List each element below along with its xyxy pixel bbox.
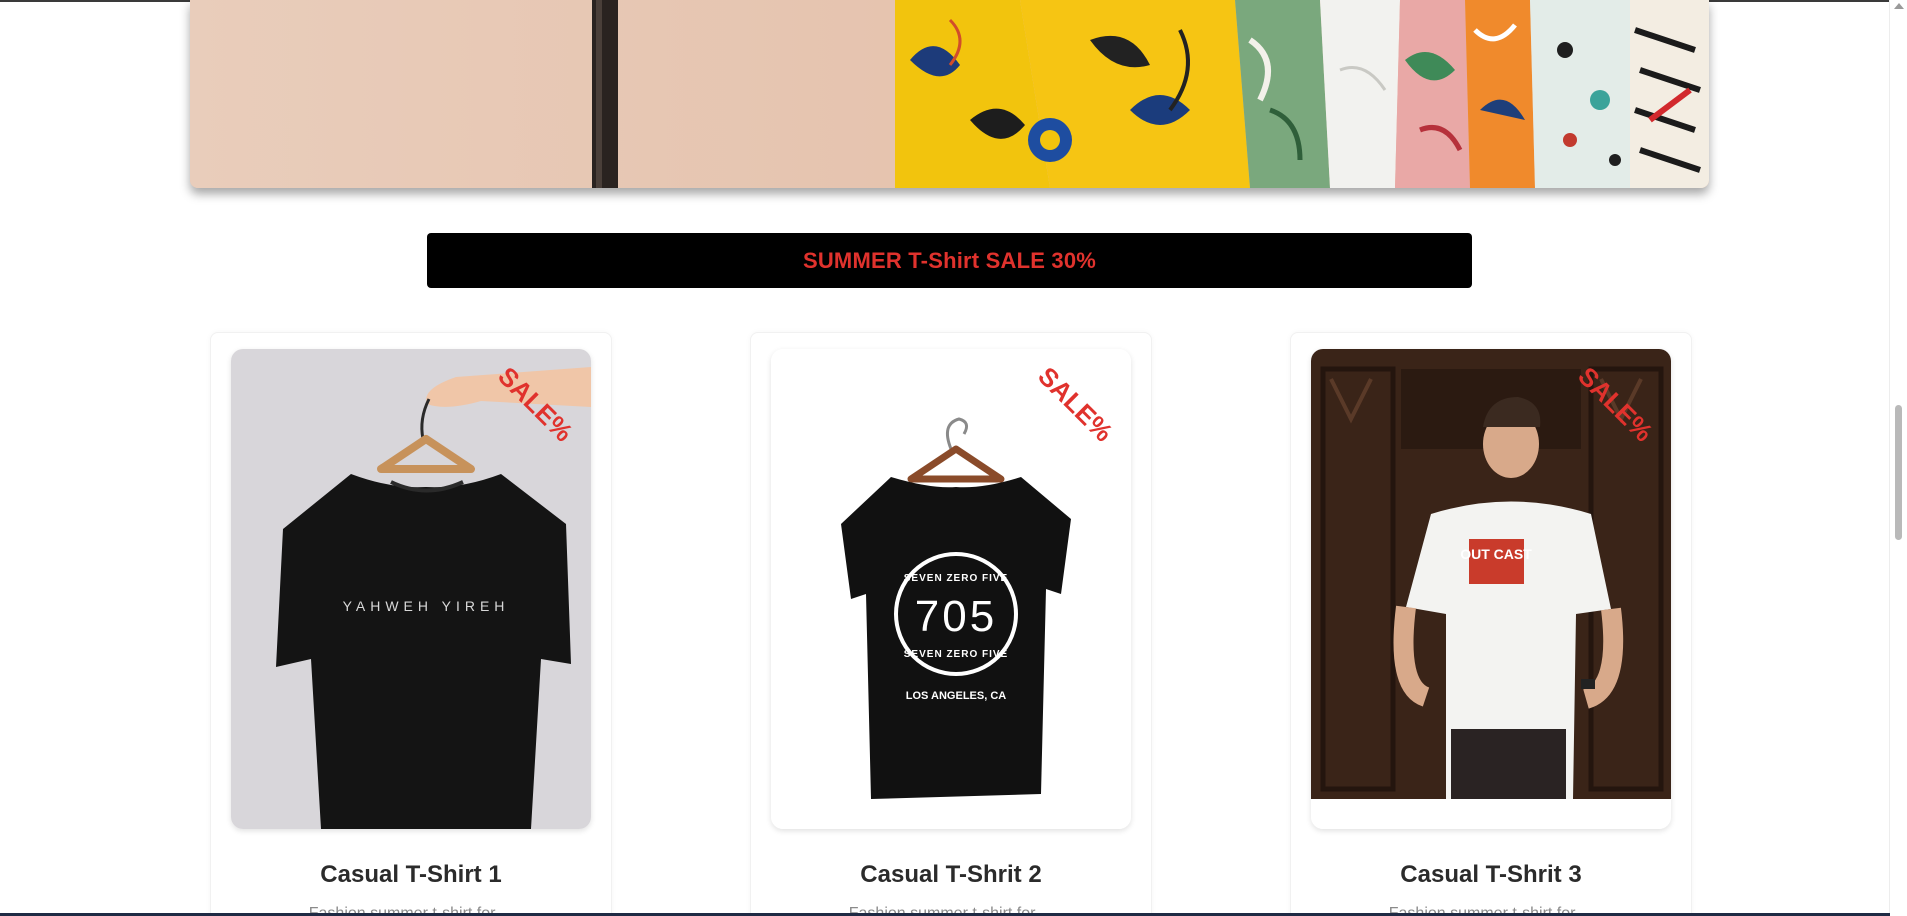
product-card-1[interactable]: YAHWEH YIREH SALE% Casual T-Shirt 1 Fash… [210, 332, 612, 916]
product-card-3[interactable]: OUT CAST SALE% Casual T-Shrit 3 Fashion … [1290, 332, 1692, 916]
page: SUMMER T-Shirt SALE 30% YAHWEH YIREH SAL… [0, 0, 1907, 916]
sale-announcement-bar: SUMMER T-Shirt SALE 30% [427, 233, 1472, 288]
shirt-print-top-2: SEVEN ZERO FIVE [904, 573, 1008, 584]
shirt-print-number-2: 705 [915, 592, 997, 641]
shirt-print-city-2: LOS ANGELES, CA [906, 690, 1006, 702]
product-name-1[interactable]: Casual T-Shirt 1 [211, 861, 611, 889]
sale-announcement-text: SUMMER T-Shirt SALE 30% [802, 247, 1097, 273]
shirt-print-bottom-2: SEVEN ZERO FIVE [904, 649, 1008, 660]
product-image-1[interactable]: YAHWEH YIREH SALE% [231, 349, 591, 829]
product-image-2[interactable]: SEVEN ZERO FIVE 705 SEVEN ZERO FIVE LOS … [771, 349, 1131, 829]
product-card-2[interactable]: SEVEN ZERO FIVE 705 SEVEN ZERO FIVE LOS … [750, 332, 1152, 916]
product-name-2[interactable]: Casual T-Shrit 2 [751, 861, 1151, 889]
page-scrollbar[interactable] [1889, 0, 1907, 916]
product-name-3[interactable]: Casual T-Shrit 3 [1291, 861, 1691, 889]
shirt-print-3: OUT CAST [1460, 546, 1532, 562]
hero-banner-image [190, 0, 1709, 188]
scrollbar-thumb[interactable] [1895, 405, 1902, 540]
shirt-print-1: YAHWEH YIREH [343, 598, 510, 614]
product-image-3[interactable]: OUT CAST SALE% [1311, 349, 1671, 829]
scroll-up-arrow-icon[interactable] [1894, 3, 1904, 9]
